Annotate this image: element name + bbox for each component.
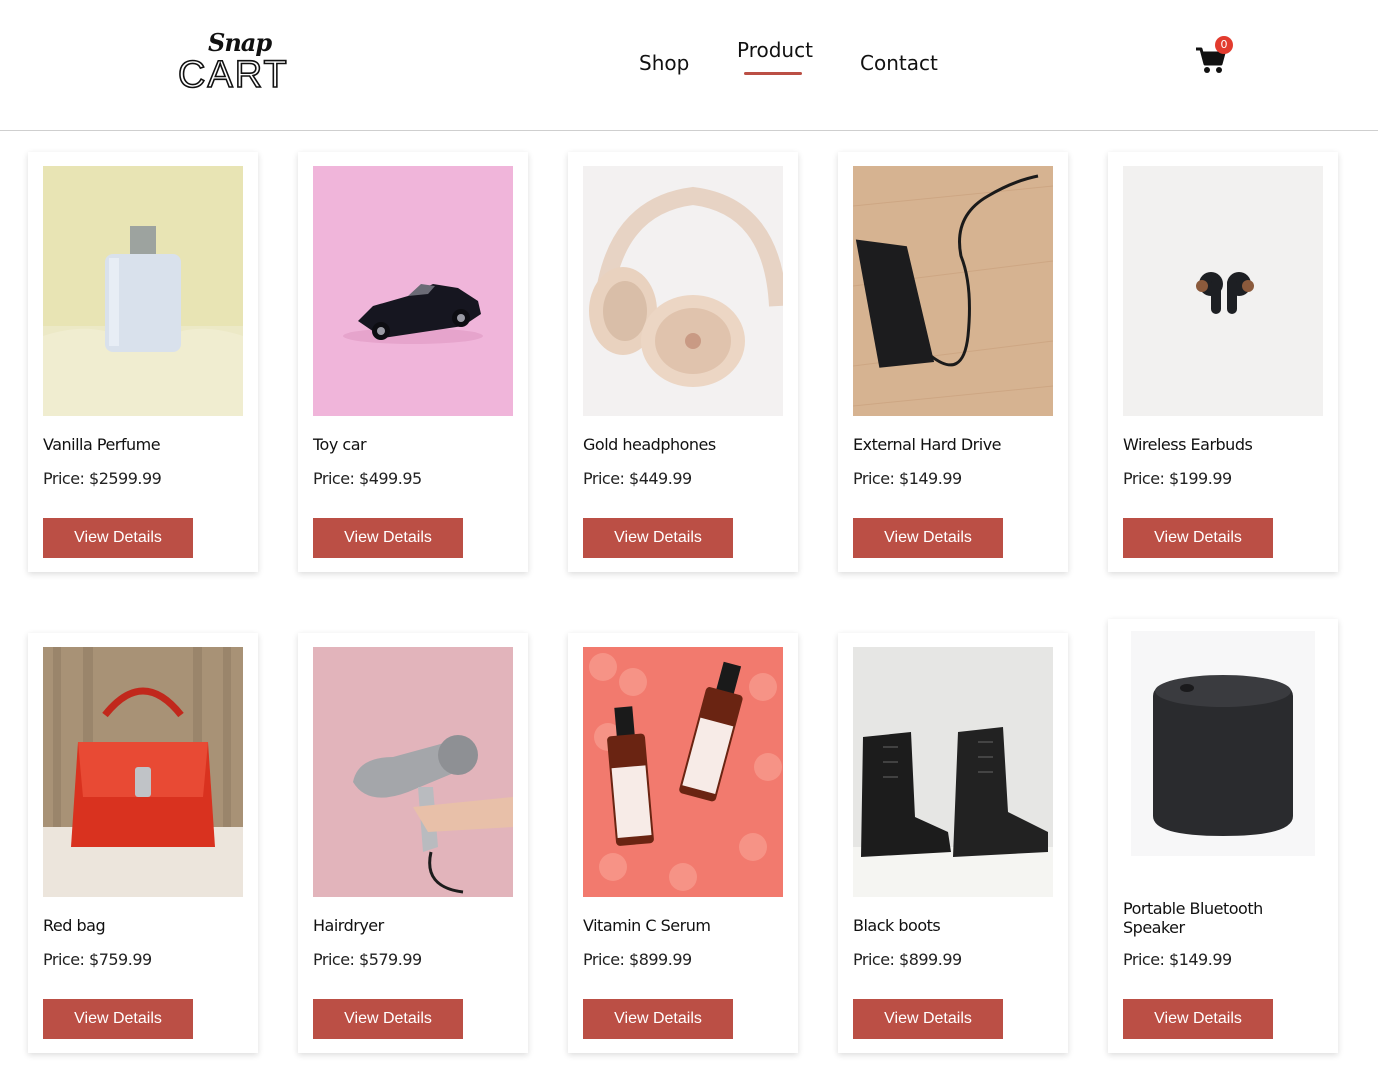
view-details-button[interactable]: View Details [583, 999, 733, 1039]
product-image-vanilla-perfume[interactable] [43, 166, 243, 416]
view-details-button[interactable]: View Details [313, 999, 463, 1039]
nav-product-link[interactable]: Product [737, 38, 813, 62]
nav-contact-link[interactable]: Contact [860, 51, 938, 75]
product-card: Wireless Earbuds Price: $199.99 View Det… [1108, 152, 1338, 572]
product-image-toy-car[interactable] [313, 166, 513, 416]
product-price: Price: $899.99 [583, 950, 692, 969]
product-name: Vitamin C Serum [583, 916, 711, 935]
product-price: Price: $899.99 [853, 950, 962, 969]
product-image-vitamin-c-serum[interactable] [583, 647, 783, 897]
product-price: Price: $499.95 [313, 469, 422, 488]
product-card: External Hard Drive Price: $149.99 View … [838, 152, 1068, 572]
view-details-button[interactable]: View Details [43, 518, 193, 558]
product-name: Gold headphones [583, 435, 716, 454]
product-price: Price: $579.99 [313, 950, 422, 969]
product-price: Price: $149.99 [1123, 950, 1232, 969]
product-image-external-hard-drive[interactable] [853, 166, 1053, 416]
view-details-button[interactable]: View Details [313, 518, 463, 558]
view-details-button[interactable]: View Details [1123, 999, 1273, 1039]
product-name: External Hard Drive [853, 435, 1002, 454]
product-price: Price: $2599.99 [43, 469, 162, 488]
product-name: Wireless Earbuds [1123, 435, 1253, 454]
product-card: Hairdryer Price: $579.99 View Details [298, 633, 528, 1053]
product-name: Red bag [43, 916, 106, 935]
product-price: Price: $449.99 [583, 469, 692, 488]
product-card: Gold headphones Price: $449.99 View Deta… [568, 152, 798, 572]
product-price: Price: $149.99 [853, 469, 962, 488]
nav-shop-link[interactable]: Shop [639, 51, 689, 75]
product-name: Hairdryer [313, 916, 384, 935]
cart-count-badge: 0 [1215, 36, 1233, 54]
product-image-gold-headphones[interactable] [583, 166, 783, 416]
product-name: Vanilla Perfume [43, 435, 161, 454]
product-price: Price: $759.99 [43, 950, 152, 969]
product-card: Toy car Price: $499.95 View Details [298, 152, 528, 572]
product-card: Red bag Price: $759.99 View Details [28, 633, 258, 1053]
view-details-button[interactable]: View Details [583, 518, 733, 558]
snapcart-logo[interactable]: Snap CART [177, 28, 296, 97]
site-header: Snap CART Shop Product Contact 0 [0, 0, 1378, 131]
view-details-button[interactable]: View Details [853, 518, 1003, 558]
view-details-button[interactable]: View Details [853, 999, 1003, 1039]
product-name: Toy car [313, 435, 367, 454]
active-nav-indicator [744, 72, 802, 75]
view-details-button[interactable]: View Details [1123, 518, 1273, 558]
product-card: Vitamin C Serum Price: $899.99 View Deta… [568, 633, 798, 1053]
product-image-wireless-earbuds[interactable] [1123, 166, 1323, 416]
view-details-button[interactable]: View Details [43, 999, 193, 1039]
product-card: Portable Bluetooth Speaker Price: $149.9… [1108, 619, 1338, 1053]
product-name: Black boots [853, 916, 941, 935]
product-image-portable-bluetooth-speaker[interactable] [1123, 631, 1323, 881]
product-image-red-bag[interactable] [43, 647, 243, 897]
product-card: Vanilla Perfume Price: $2599.99 View Det… [28, 152, 258, 572]
cart-button[interactable]: 0 [1194, 36, 1238, 80]
product-card: Black boots Price: $899.99 View Details [838, 633, 1068, 1053]
logo-main-text: CART [177, 53, 289, 97]
product-image-hairdryer[interactable] [313, 647, 513, 897]
product-image-black-boots[interactable] [853, 647, 1053, 897]
logo-script-text: Snap [208, 28, 272, 57]
product-price: Price: $199.99 [1123, 469, 1232, 488]
product-name: Portable Bluetooth Speaker [1123, 899, 1263, 937]
